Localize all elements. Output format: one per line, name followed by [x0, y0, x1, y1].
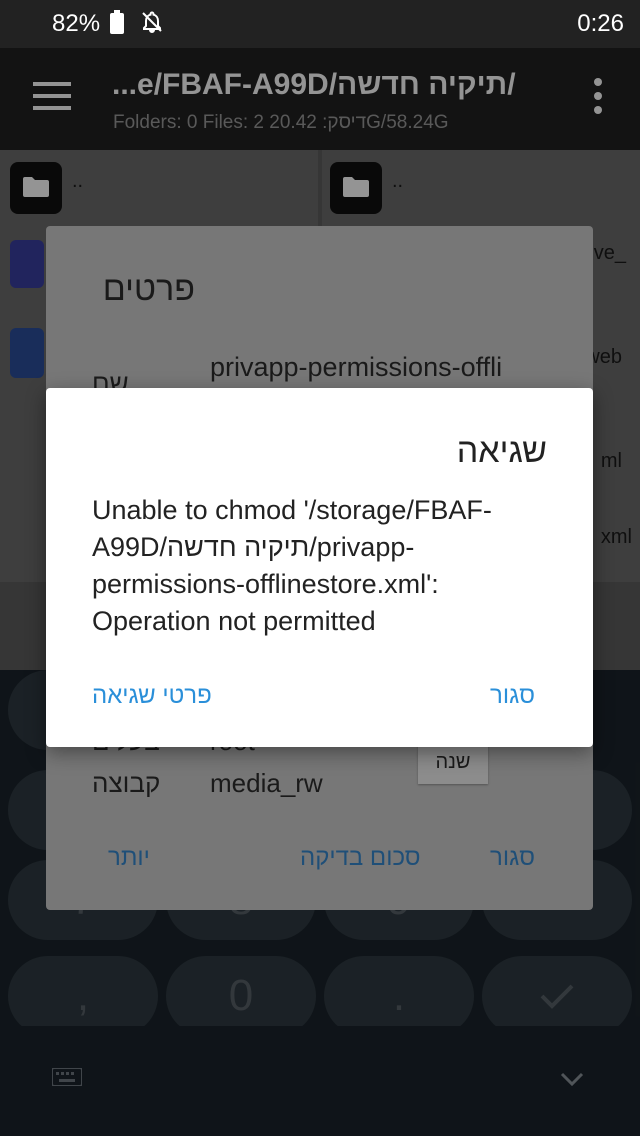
error-dialog: שגיאה Unable to chmod '/storage/FBAF-A99… [46, 388, 593, 747]
close-button[interactable]: סגור [490, 844, 535, 872]
group-value: media_rw [210, 768, 323, 798]
status-bar: 82% 0:26 [0, 0, 640, 48]
file-name-value: privapp-permissions-offli [210, 352, 503, 382]
details-title: פרטים [102, 270, 195, 308]
battery-icon [110, 10, 124, 34]
notifications-off-icon [142, 11, 162, 34]
error-message: Unable to chmod '/storage/FBAF-A99D/תיקי… [92, 495, 492, 636]
group-label: קבוצה [92, 768, 161, 798]
close-button[interactable]: סגור [490, 682, 535, 710]
clock: 0:26 [577, 10, 624, 37]
checksum-button[interactable]: סכום בדיקה [300, 844, 421, 872]
error-title: שגיאה [456, 432, 547, 470]
error-details-button[interactable]: פרטי שגיאה [92, 682, 212, 710]
more-button[interactable]: יותר [108, 844, 150, 872]
battery-percent: 82% [52, 10, 101, 37]
